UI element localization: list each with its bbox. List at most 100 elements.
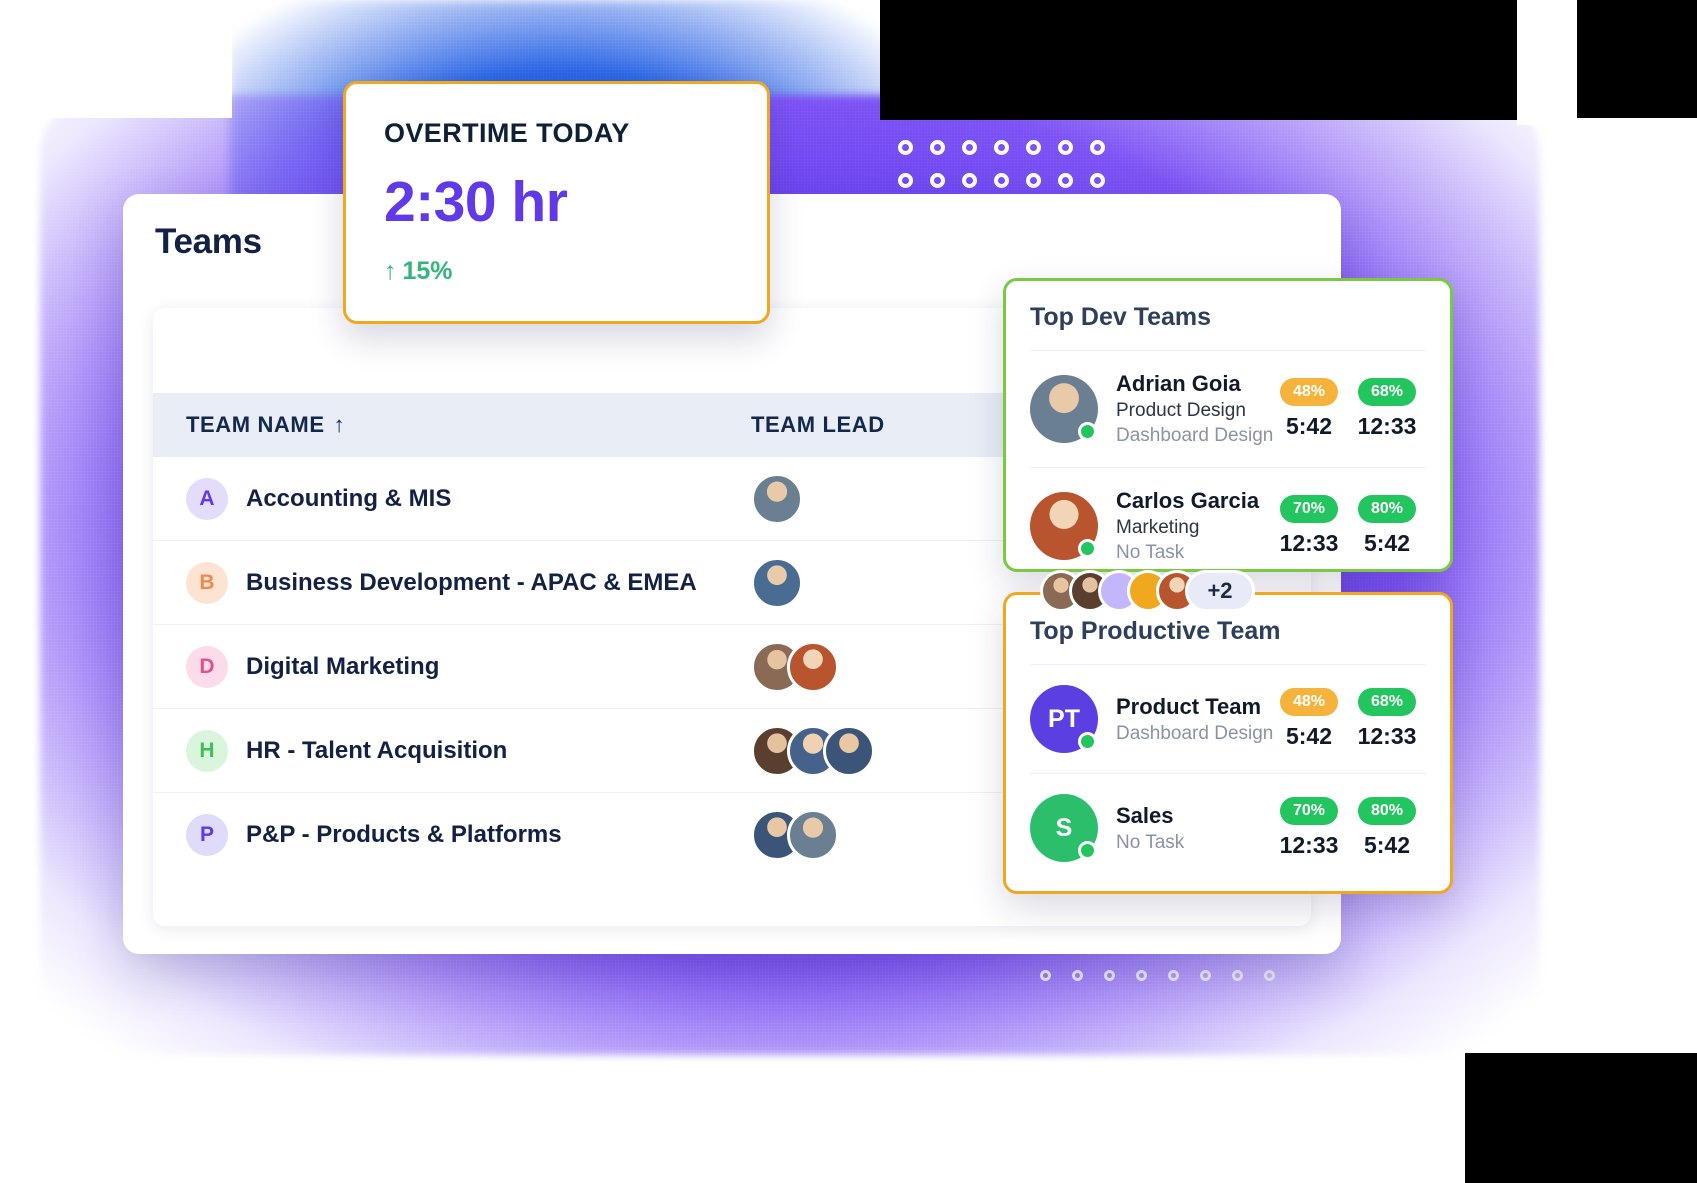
overtime-card-delta-value: 15% bbox=[402, 257, 453, 285]
percentage-badge: 68% bbox=[1357, 378, 1417, 406]
metric-column-1: 48% 5:42 bbox=[1270, 688, 1348, 750]
column-header-team-name[interactable]: TEAM NAME ↑ bbox=[186, 412, 751, 438]
top-left-white-block bbox=[0, 0, 232, 118]
team-name-label: Accounting & MIS bbox=[246, 484, 452, 512]
metric-column-1: 48% 5:42 bbox=[1270, 378, 1348, 440]
percentage-badge: 80% bbox=[1357, 797, 1417, 825]
list-item-task: No Task bbox=[1116, 542, 1185, 563]
team-lead-avatar-stack[interactable] bbox=[751, 472, 803, 525]
percentage-badge: 48% bbox=[1279, 378, 1339, 406]
top-dev-teams-title: Top Dev Teams bbox=[1030, 303, 1212, 331]
cell-team-name: B Business Development - APAC & EMEA bbox=[186, 561, 751, 604]
list-item-task: No Task bbox=[1116, 831, 1185, 853]
trend-up-icon: ↑ bbox=[384, 257, 397, 285]
team-name-label: Business Development - APAC & EMEA bbox=[246, 568, 697, 596]
avatar bbox=[787, 640, 839, 693]
online-status-dot bbox=[1078, 732, 1097, 751]
overtime-today-card: OVERTIME TODAY 2:30 hr ↑ 15% bbox=[343, 81, 770, 324]
list-item-name: Sales bbox=[1116, 802, 1174, 828]
online-status-dot bbox=[1078, 841, 1097, 860]
metric-column-2: 68% 12:33 bbox=[1348, 378, 1426, 440]
avatar-cluster[interactable]: +2 bbox=[1040, 570, 1255, 612]
team-initial-badge: P bbox=[186, 814, 228, 856]
avatar-overflow-count[interactable]: +2 bbox=[1185, 570, 1255, 612]
bottom-right-black-block bbox=[1465, 1053, 1697, 1183]
top-black-strip bbox=[880, 0, 1570, 120]
list-item-info: Carlos Garcia Marketing No Task bbox=[1098, 488, 1270, 564]
list-item-info: Adrian Goia Product Design Dashboard Desig… bbox=[1098, 371, 1274, 447]
list-item[interactable]: Adrian Goia Product Design Dashboard Desig… bbox=[1030, 351, 1426, 468]
list-item-info: Sales No Task bbox=[1098, 803, 1270, 854]
screenshot-root: Teams TEAM NAME ↑ TEAM LEAD A Accounting … bbox=[0, 0, 1697, 1183]
team-lead-avatar-stack[interactable] bbox=[751, 809, 839, 861]
top-productive-team-title: Top Productive Team bbox=[1030, 617, 1281, 645]
cell-team-name: D Digital Marketing bbox=[186, 645, 751, 688]
column-header-team-name-label: TEAM NAME bbox=[186, 412, 325, 437]
percentage-badge: 70% bbox=[1279, 797, 1339, 825]
list-item-task: Dashboard Design bbox=[1116, 722, 1274, 744]
top-productive-team-card: Top Productive Team PT Product Team Dashbo… bbox=[1003, 592, 1453, 894]
team-initial-badge: B bbox=[186, 561, 228, 604]
metric-column-2: 80% 5:42 bbox=[1348, 797, 1426, 859]
column-header-team-lead-label: TEAM LEAD bbox=[751, 412, 885, 437]
avatar: S bbox=[1030, 794, 1098, 862]
team-initial-badge: H bbox=[186, 729, 228, 772]
team-name-label: HR - Talent Acquisition bbox=[246, 736, 508, 764]
time-value: 5:42 bbox=[1285, 412, 1333, 439]
time-value: 5:42 bbox=[1285, 722, 1333, 749]
percentage-badge: 48% bbox=[1279, 688, 1339, 716]
avatar bbox=[1030, 375, 1098, 443]
team-name-label: P&P - Products & Platforms bbox=[246, 821, 562, 848]
page-title: Teams bbox=[155, 222, 262, 261]
overtime-card-label: OVERTIME TODAY bbox=[384, 118, 630, 148]
overtime-card-delta: ↑ 15% bbox=[384, 257, 729, 286]
list-item-role: Product Design bbox=[1116, 400, 1246, 421]
time-value: 5:42 bbox=[1363, 529, 1411, 556]
list-item-name: Adrian Goia bbox=[1116, 371, 1241, 396]
top-dev-teams-card: Top Dev Teams Adrian Goia Product Design D… bbox=[1003, 278, 1453, 572]
time-value: 12:33 bbox=[1279, 831, 1339, 858]
metric-column-1: 70% 12:33 bbox=[1270, 495, 1348, 557]
list-item-name: Product Team bbox=[1116, 693, 1262, 719]
cell-team-name: P P&P - Products & Platforms bbox=[186, 814, 751, 856]
time-value: 12:33 bbox=[1357, 722, 1417, 749]
list-item[interactable]: S Sales No Task 70% 12:33 80% 5:42 bbox=[1030, 774, 1426, 882]
team-lead-avatar-stack[interactable] bbox=[751, 556, 803, 609]
time-value: 5:42 bbox=[1363, 831, 1411, 858]
team-initial-badge: A bbox=[186, 477, 228, 520]
metric-column-1: 70% 12:33 bbox=[1270, 797, 1348, 859]
cell-team-name: A Accounting & MIS bbox=[186, 477, 751, 520]
list-item-info: Product Team Dashboard Design bbox=[1098, 693, 1274, 745]
top-productive-team-list: PT Product Team Dashboard Design 48% 5:42 68%… bbox=[1030, 665, 1426, 882]
team-name-label: Digital Marketing bbox=[246, 652, 440, 680]
online-status-dot bbox=[1078, 422, 1097, 441]
top-right-black-block bbox=[1577, 0, 1697, 118]
avatar bbox=[1030, 492, 1098, 560]
metric-column-2: 80% 5:42 bbox=[1348, 495, 1426, 557]
list-item[interactable]: PT Product Team Dashboard Design 48% 5:42 68%… bbox=[1030, 665, 1426, 774]
percentage-badge: 70% bbox=[1279, 495, 1339, 523]
cell-team-name: H HR - Talent Acquisition bbox=[186, 729, 751, 772]
bottom-left-white-block bbox=[0, 1093, 120, 1183]
percentage-badge: 68% bbox=[1357, 688, 1417, 716]
avatar bbox=[823, 724, 875, 777]
team-lead-avatar-stack[interactable] bbox=[751, 724, 875, 777]
avatar bbox=[787, 809, 839, 861]
percentage-badge: 80% bbox=[1357, 495, 1417, 523]
team-lead-avatar-stack[interactable] bbox=[751, 640, 839, 693]
time-value: 12:33 bbox=[1357, 412, 1417, 439]
avatar bbox=[751, 556, 803, 609]
online-status-dot bbox=[1078, 539, 1097, 558]
avatar bbox=[751, 472, 803, 525]
list-item-name: Carlos Garcia bbox=[1116, 488, 1260, 513]
list-item-task: Dashboard Design bbox=[1116, 425, 1274, 446]
list-item-role: Marketing bbox=[1116, 517, 1200, 538]
metric-column-2: 68% 12:33 bbox=[1348, 688, 1426, 750]
sort-ascending-icon[interactable]: ↑ bbox=[334, 412, 346, 438]
team-initial-badge: D bbox=[186, 645, 228, 688]
list-item[interactable]: Carlos Garcia Marketing No Task 70% 12:33 80%… bbox=[1030, 468, 1426, 584]
dot-grid-decoration-bottom bbox=[1040, 970, 1296, 994]
top-dev-teams-list: Adrian Goia Product Design Dashboard Desig… bbox=[1030, 351, 1426, 584]
time-value: 12:33 bbox=[1279, 529, 1339, 556]
overtime-card-value: 2:30 hr bbox=[384, 170, 568, 234]
